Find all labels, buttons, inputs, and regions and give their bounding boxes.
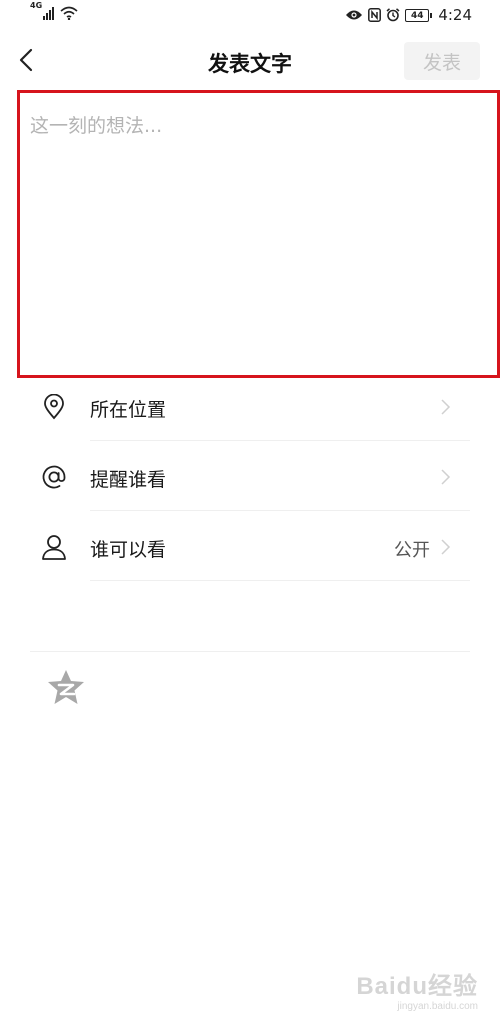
watermark-url: jingyan.baidu.com: [397, 1001, 478, 1012]
publish-button[interactable]: 发表: [404, 42, 480, 80]
clock: 4:24: [438, 6, 472, 24]
location-pin-icon: [40, 393, 68, 421]
signal-icon: [43, 6, 55, 20]
composer-highlight-box: [17, 90, 500, 378]
status-bar: 4G 44 4:24: [0, 0, 500, 34]
option-value-visibility: 公开: [394, 540, 430, 561]
status-right: 44 4:24: [345, 6, 472, 24]
at-icon: [40, 463, 68, 491]
chevron-right-icon: [441, 469, 451, 485]
nfc-icon: [368, 8, 382, 22]
option-row-location[interactable]: 所在位置: [0, 371, 500, 441]
chevron-right-icon: [441, 399, 451, 415]
status-left: 4G: [30, 1, 78, 20]
option-label-mention: 提醒谁看: [90, 469, 167, 491]
option-label-location: 所在位置: [90, 399, 167, 421]
header: 发表文字 发表: [0, 34, 500, 90]
qzone-star-icon[interactable]: [46, 668, 86, 706]
watermark-logo: Baidu经验: [356, 973, 478, 1000]
network-type: 4G: [30, 1, 43, 10]
battery-icon: 44: [405, 8, 433, 22]
person-icon: [40, 533, 68, 561]
section-divider: [30, 651, 470, 652]
divider: [90, 580, 470, 581]
eye-icon: [346, 10, 363, 20]
option-row-mention[interactable]: 提醒谁看: [0, 441, 500, 511]
alarm-icon: [386, 8, 400, 22]
watermark: Baidu经验 jingyan.baidu.com: [356, 966, 478, 1012]
option-row-visibility[interactable]: 谁可以看 公开: [0, 511, 500, 581]
chevron-right-icon: [441, 539, 451, 555]
option-list: 所在位置 提醒谁看 谁可以看 公开: [0, 371, 500, 581]
wifi-icon: [60, 6, 78, 20]
post-text-input[interactable]: [20, 93, 497, 375]
option-label-visibility: 谁可以看: [90, 539, 167, 561]
